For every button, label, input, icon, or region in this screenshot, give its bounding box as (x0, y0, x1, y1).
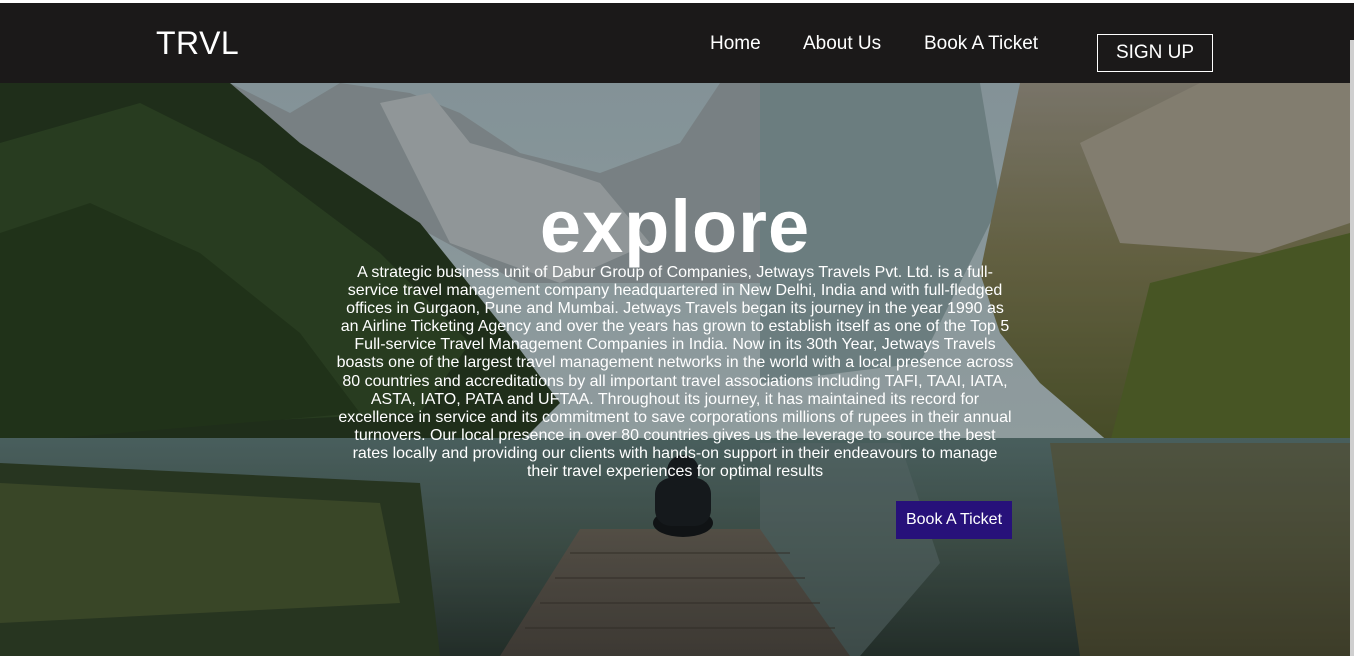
brand-logo[interactable]: TRVL (156, 25, 239, 61)
book-a-ticket-button[interactable]: Book A Ticket (896, 501, 1012, 539)
hero-section: explore A strategic business unit of Dab… (0, 83, 1350, 656)
page: TRVL Home About Us Book A Ticket SIGN UP (0, 0, 1354, 656)
nav-book-a-ticket-link[interactable]: Book A Ticket (924, 33, 1038, 55)
hero-title: explore (539, 185, 811, 268)
hero-description: A strategic business unit of Dabur Group… (336, 264, 1014, 481)
nav-about-us-link[interactable]: About Us (803, 33, 881, 55)
navbar: TRVL Home About Us Book A Ticket SIGN UP (0, 3, 1354, 83)
sign-up-button[interactable]: SIGN UP (1097, 34, 1213, 72)
nav-home-link[interactable]: Home (710, 33, 761, 55)
scrollbar[interactable] (1350, 40, 1354, 656)
